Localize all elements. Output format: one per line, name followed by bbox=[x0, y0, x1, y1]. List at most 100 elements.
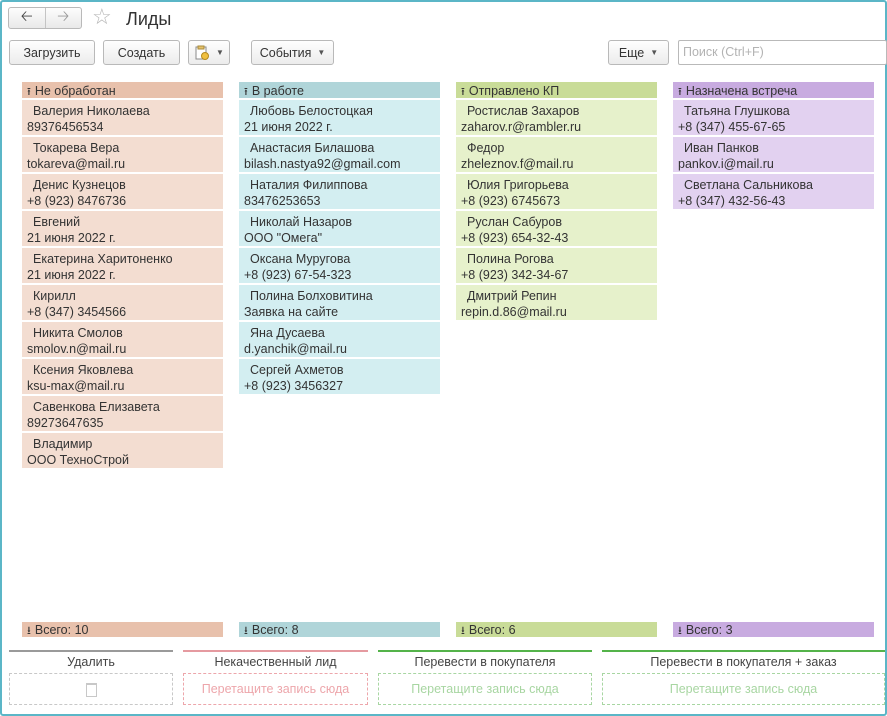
lead-card[interactable]: Светлана Сальникова +8 (347) 432-56-43 bbox=[673, 174, 874, 209]
lead-card[interactable]: Юлия Григорьева +8 (923) 6745673 bbox=[456, 174, 657, 209]
lead-contact: ООО "Омега" bbox=[244, 231, 323, 245]
dropzone-label: Перевести в покупателя bbox=[414, 655, 556, 669]
lead-contact: +8 (347) 3454566 bbox=[27, 305, 127, 319]
column-header[interactable]: ⭱ Отправлено КП bbox=[456, 82, 657, 98]
sort-up-icon[interactable]: ⭱ bbox=[461, 86, 465, 98]
sort-up-icon[interactable]: ⭱ bbox=[244, 86, 248, 98]
dropzone-low-quality-lead[interactable]: Некачественный лид Перетащите запись сюд… bbox=[183, 650, 368, 705]
star-icon[interactable]: ☆ bbox=[92, 5, 112, 29]
trash-icon bbox=[85, 682, 97, 697]
dropzone-target[interactable]: Перетащите запись сюда bbox=[602, 673, 885, 705]
sort-up-icon[interactable]: ⭱ bbox=[27, 86, 31, 98]
kanban-column: ⭱ В работе Любовь Белостоцкая 21 июня 2022 … bbox=[239, 82, 440, 394]
lead-name: Ксения Яковлева bbox=[33, 363, 134, 377]
events-button-label: События bbox=[259, 45, 312, 60]
attach-menu-button[interactable]: ▼ bbox=[188, 40, 230, 65]
lead-card[interactable]: Яна Дусаева d.yanchik@mail.ru bbox=[239, 322, 440, 357]
column-total: Всего: 6 bbox=[468, 623, 516, 637]
lead-name: Наталия Филиппова bbox=[250, 178, 368, 192]
lead-name: Екатерина Харитоненко bbox=[33, 252, 173, 266]
lead-name: Любовь Белостоцкая bbox=[250, 104, 373, 118]
lead-card[interactable]: Николай Назаров ООО "Омега" bbox=[239, 211, 440, 246]
sort-down-icon[interactable]: ⭳ bbox=[461, 625, 465, 637]
lead-name: Дмитрий Репин bbox=[467, 289, 557, 303]
dropzone-label: Перевести в покупателя + заказ bbox=[650, 655, 837, 669]
lead-name: Кирилл bbox=[33, 289, 76, 303]
lead-card[interactable]: Екатерина Харитоненко 21 июня 2022 г. bbox=[22, 248, 223, 283]
kanban-column: ⭱ Не обработан Валерия Николаева 8937645653… bbox=[22, 82, 223, 468]
more-menu-button[interactable]: Еще ▼ bbox=[608, 40, 669, 65]
lead-card[interactable]: Никита Смолов smolov.n@mail.ru bbox=[22, 322, 223, 357]
forward-arrow-icon[interactable]: 🡢 bbox=[44, 8, 82, 28]
column-total: Всего: 10 bbox=[34, 623, 89, 637]
page-title: Лиды bbox=[126, 9, 172, 29]
column-title: Отправлено КП bbox=[468, 84, 560, 98]
dropzone-target[interactable]: Перетащите запись сюда bbox=[378, 673, 592, 705]
lead-contact: Заявка на сайте bbox=[244, 305, 339, 319]
lead-card[interactable]: Иван Панков pankov.i@mail.ru bbox=[673, 137, 874, 172]
lead-name: Полина Рогова bbox=[467, 252, 554, 266]
lead-contact: ksu-max@mail.ru bbox=[27, 379, 125, 393]
chevron-down-icon: ▼ bbox=[317, 48, 326, 57]
lead-name: Денис Кузнецов bbox=[33, 178, 126, 192]
lead-contact: +8 (347) 432-56-43 bbox=[678, 194, 786, 208]
lead-card[interactable]: Дмитрий Репин repin.d.86@mail.ru bbox=[456, 285, 657, 320]
lead-card[interactable]: Владимир ООО ТехноСтрой bbox=[22, 433, 223, 468]
column-header[interactable]: ⭱ Назначена встреча bbox=[673, 82, 874, 98]
lead-name: Руслан Сабуров bbox=[467, 215, 562, 229]
column-title: Не обработан bbox=[34, 84, 116, 98]
lead-card[interactable]: Сергей Ахметов +8 (923) 3456327 bbox=[239, 359, 440, 394]
sort-down-icon[interactable]: ⭳ bbox=[27, 625, 31, 637]
lead-card[interactable]: Наталия Филиппова 83476253653 bbox=[239, 174, 440, 209]
load-button[interactable]: Загрузить bbox=[9, 40, 95, 65]
events-menu-button[interactable]: События ▼ bbox=[251, 40, 334, 65]
lead-card[interactable]: Полина Рогова +8 (923) 342-34-67 bbox=[456, 248, 657, 283]
load-button-label: Загрузить bbox=[23, 45, 81, 60]
create-button[interactable]: Создать bbox=[103, 40, 180, 65]
dropzone-convert-to-customer[interactable]: Перевести в покупателя Перетащите запись… bbox=[378, 650, 592, 705]
dropzone-target[interactable]: Перетащите запись сюда bbox=[183, 673, 368, 705]
lead-card[interactable]: Денис Кузнецов +8 (923) 8476736 bbox=[22, 174, 223, 209]
lead-card[interactable]: Федор zheleznov.f@mail.ru bbox=[456, 137, 657, 172]
document-clip-icon bbox=[195, 45, 210, 60]
dropzone-convert-to-customer-order[interactable]: Перевести в покупателя + заказ Перетащит… bbox=[602, 650, 885, 705]
column-header[interactable]: ⭱ Не обработан bbox=[22, 82, 223, 98]
lead-name: Евгений bbox=[33, 215, 81, 229]
lead-card[interactable]: Анастасия Билашова bilash.nastya92@gmail.… bbox=[239, 137, 440, 172]
lead-name: Иван Панков bbox=[684, 141, 759, 155]
lead-card[interactable]: Евгений 21 июня 2022 г. bbox=[22, 211, 223, 246]
lead-name: Владимир bbox=[33, 437, 93, 451]
lead-card[interactable]: Оксана Муругова +8 (923) 67-54-323 bbox=[239, 248, 440, 283]
lead-card[interactable]: Полина Болховитина Заявка на сайте bbox=[239, 285, 440, 320]
lead-name: Токарева Вера bbox=[33, 141, 120, 155]
lead-card[interactable]: Савенкова Елизавета 89273647635 bbox=[22, 396, 223, 431]
lead-name: Никита Смолов bbox=[33, 326, 123, 340]
lead-contact: 89376456534 bbox=[27, 120, 104, 134]
lead-contact: d.yanchik@mail.ru bbox=[244, 342, 348, 356]
lead-name: Сергей Ахметов bbox=[250, 363, 344, 377]
lead-card[interactable]: Любовь Белостоцкая 21 июня 2022 г. bbox=[239, 100, 440, 135]
column-header[interactable]: ⭱ В работе bbox=[239, 82, 440, 98]
lead-contact: +8 (923) 6745673 bbox=[461, 194, 561, 208]
lead-card[interactable]: Кирилл +8 (347) 3454566 bbox=[22, 285, 223, 320]
lead-card[interactable]: Ростислав Захаров zaharov.r@rambler.ru bbox=[456, 100, 657, 135]
dropzone-target[interactable] bbox=[9, 673, 173, 705]
lead-name: Николай Назаров bbox=[250, 215, 353, 229]
search-input[interactable]: Поиск (Ctrl+F) bbox=[678, 40, 887, 65]
dropzone-label: Некачественный лид bbox=[214, 655, 337, 669]
lead-card[interactable]: Валерия Николаева 89376456534 bbox=[22, 100, 223, 135]
lead-card[interactable]: Руслан Сабуров +8 (923) 654-32-43 bbox=[456, 211, 657, 246]
dropzone-delete[interactable]: Удалить bbox=[9, 650, 173, 705]
lead-contact: +8 (923) 3456327 bbox=[244, 379, 344, 393]
lead-contact: +8 (923) 342-34-67 bbox=[461, 268, 569, 282]
back-arrow-icon[interactable]: 🡠 bbox=[9, 8, 45, 28]
lead-contact: zheleznov.f@mail.ru bbox=[461, 157, 574, 171]
lead-card[interactable]: Ксения Яковлева ksu-max@mail.ru bbox=[22, 359, 223, 394]
sort-down-icon[interactable]: ⭳ bbox=[678, 625, 682, 637]
lead-name: Юлия Григорьева bbox=[467, 178, 569, 192]
sort-down-icon[interactable]: ⭳ bbox=[244, 625, 248, 637]
lead-card[interactable]: Татьяна Глушкова +8 (347) 455-67-65 bbox=[673, 100, 874, 135]
lead-card[interactable]: Токарева Вера tokareva@mail.ru bbox=[22, 137, 223, 172]
sort-up-icon[interactable]: ⭱ bbox=[678, 86, 682, 98]
column-footer: ⭳ Всего: 10 bbox=[22, 622, 223, 637]
